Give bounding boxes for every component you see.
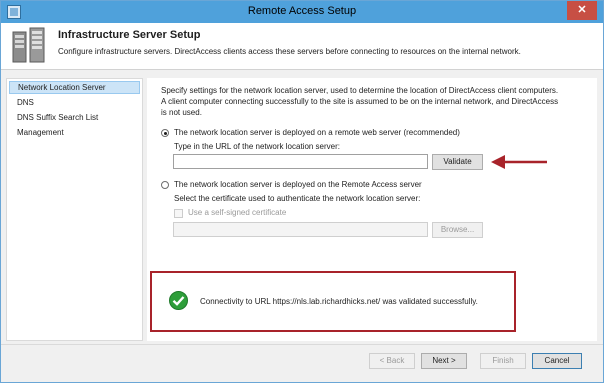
nls-url-input[interactable] (173, 154, 428, 169)
browse-button: Browse... (432, 222, 483, 238)
wizard-header: Infrastructure Server Setup Configure in… (1, 23, 603, 70)
remote-access-setup-window: Remote Access Setup ✕ Infrastructure Ser… (0, 0, 604, 383)
back-button: < Back (369, 353, 415, 369)
certificate-prompt: Select the certificate used to authentic… (174, 194, 421, 203)
window-title: Remote Access Setup (247, 5, 357, 17)
validation-status-box: Connectivity to URL https://nls.lab.rich… (150, 271, 516, 332)
sidebar-item-dns[interactable]: DNS (9, 96, 140, 109)
validate-button[interactable]: Validate (432, 154, 483, 170)
sidebar-item-dns-suffix-search-list[interactable]: DNS Suffix Search List (9, 111, 140, 124)
local-server-radio[interactable] (161, 181, 169, 189)
finish-button: Finish (480, 353, 526, 369)
next-button[interactable]: Next > (421, 353, 467, 369)
main-content: Specify settings for the network locatio… (147, 78, 597, 341)
page-description: Configure infrastructure servers. Direct… (58, 47, 521, 56)
wizard-steps-sidebar: Network Location Server DNS DNS Suffix S… (6, 78, 143, 341)
sidebar-item-management[interactable]: Management (9, 126, 140, 139)
page-title: Infrastructure Server Setup (58, 29, 201, 41)
certificate-field (173, 222, 428, 237)
intro-text: Specify settings for the network locatio… (161, 86, 559, 117)
check-circle-icon (169, 291, 188, 310)
cancel-button[interactable]: Cancel (532, 353, 582, 369)
self-signed-label: Use a self-signed certificate (188, 208, 287, 217)
validation-status-message: Connectivity to URL https://nls.lab.rich… (200, 297, 478, 306)
remote-server-label[interactable]: The network location server is deployed … (174, 128, 460, 137)
server-icon (12, 27, 45, 63)
close-button[interactable]: ✕ (567, 1, 597, 20)
title-bar[interactable]: Remote Access Setup ✕ (1, 1, 603, 23)
sidebar-item-network-location-server[interactable]: Network Location Server (9, 81, 140, 94)
url-prompt: Type in the URL of the network location … (174, 142, 341, 151)
annotation-arrow-icon (491, 155, 547, 169)
footer-divider (1, 344, 603, 345)
self-signed-checkbox[interactable] (174, 209, 183, 218)
remote-server-radio[interactable] (161, 129, 169, 137)
local-server-label[interactable]: The network location server is deployed … (174, 180, 422, 189)
